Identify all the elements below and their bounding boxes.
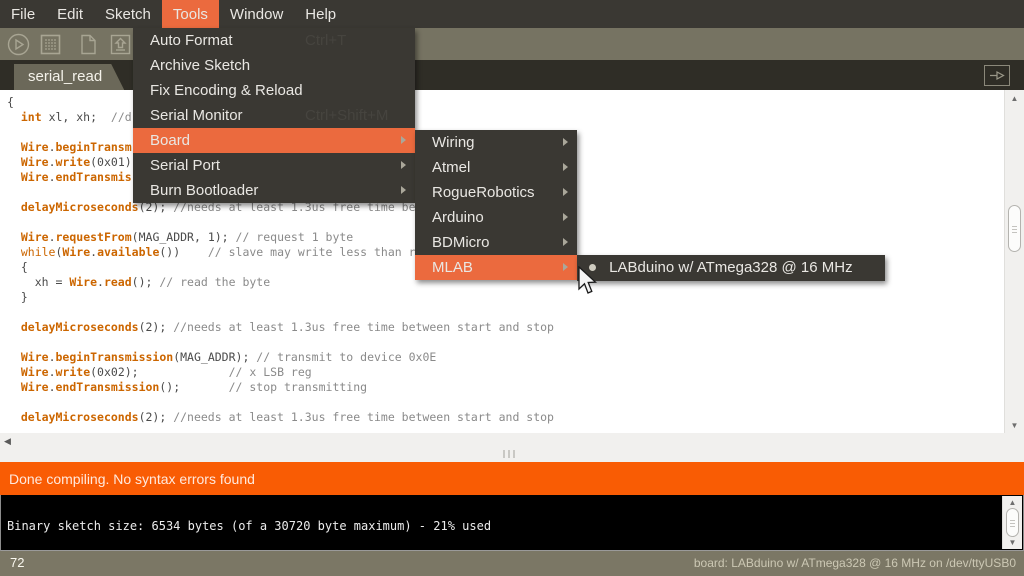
submenu-arrow-icon (563, 213, 568, 221)
scroll-down-icon[interactable]: ▼ (1005, 421, 1024, 430)
editor-scrollbar-thumb[interactable] (1008, 205, 1021, 252)
status-message: Done compiling. No syntax errors found (9, 471, 255, 487)
scroll-up-icon[interactable]: ▲ (1003, 498, 1022, 507)
verify-icon[interactable] (6, 32, 31, 57)
editor-horizontal-scrollbar[interactable]: ◀ (0, 433, 1024, 462)
code-line: delayMicroseconds(2); //needs at least 1… (7, 320, 554, 335)
code-line: Wire.write(0x02); // x LSB reg (7, 365, 554, 380)
submenu-arrow-icon (563, 188, 568, 196)
menu-item-mlab[interactable]: MLAB (415, 255, 577, 280)
menu-item-serial-monitor[interactable]: Serial Monitor Ctrl+Shift+M (133, 103, 415, 128)
scroll-left-icon[interactable]: ◀ (4, 436, 11, 447)
menu-item-atmel[interactable]: Atmel (415, 155, 577, 180)
code-line (7, 335, 554, 350)
menu-item-board[interactable]: Board (133, 128, 415, 153)
code-line: } (7, 290, 554, 305)
code-line (7, 395, 554, 410)
menu-edit[interactable]: Edit (46, 0, 94, 28)
console-text: Binary sketch size: 6534 bytes (of a 307… (7, 519, 491, 533)
menu-item-roguerobotics[interactable]: RogueRobotics (415, 180, 577, 205)
shortcut-label: Ctrl+T (305, 28, 346, 53)
console-scrollbar[interactable]: ▲ ▼ (1002, 496, 1022, 549)
board-port-indicator: board: LABduino w/ ATmega328 @ 16 MHz on… (694, 556, 1016, 570)
menu-item-serial-port[interactable]: Serial Port (133, 153, 415, 178)
menu-help[interactable]: Help (294, 0, 347, 28)
console-output: Binary sketch size: 6534 bytes (of a 307… (0, 495, 1024, 551)
menu-bar: File Edit Sketch Tools Window Help (0, 0, 1024, 28)
menu-item-auto-format[interactable]: Auto Format Ctrl+T (133, 28, 415, 53)
menu-item-archive-sketch[interactable]: Archive Sketch (133, 53, 415, 78)
scroll-down-icon[interactable]: ▼ (1003, 538, 1022, 547)
shortcut-label: Ctrl+Shift+M (305, 103, 388, 128)
editor-vertical-scrollbar[interactable]: ▲ ▼ (1004, 90, 1024, 433)
new-sketch-icon[interactable] (76, 32, 101, 57)
submenu-arrow-icon (401, 136, 406, 144)
mouse-cursor-icon (577, 266, 597, 301)
footer-status-bar: 72 board: LABduino w/ ATmega328 @ 16 MHz… (0, 551, 1024, 576)
menu-sketch[interactable]: Sketch (94, 0, 162, 28)
tab-menu-button[interactable] (984, 65, 1010, 86)
submenu-arrow-icon (563, 263, 568, 271)
submenu-arrow-icon (401, 161, 406, 169)
compile-status-bar: Done compiling. No syntax errors found (0, 462, 1024, 495)
tab-serial-read[interactable]: serial_read (14, 64, 124, 90)
menu-item-labduino[interactable]: LABduino w/ ATmega328 @ 16 MHz (577, 255, 885, 281)
splitter-grip-icon[interactable] (503, 450, 515, 458)
open-icon[interactable] (108, 32, 133, 57)
tools-menu: Auto Format Ctrl+T Archive Sketch Fix En… (133, 28, 415, 203)
arrow-right-icon (988, 68, 1006, 83)
scroll-up-icon[interactable]: ▲ (1005, 94, 1024, 103)
menu-item-bdmicro[interactable]: BDMicro (415, 230, 577, 255)
mlab-submenu: LABduino w/ ATmega328 @ 16 MHz (577, 255, 885, 281)
menu-item-arduino[interactable]: Arduino (415, 205, 577, 230)
menu-window[interactable]: Window (219, 0, 294, 28)
console-scrollbar-thumb[interactable] (1006, 508, 1019, 537)
code-line: Wire.endTransmission(); // stop transmit… (7, 380, 554, 395)
code-line (7, 305, 554, 320)
board-submenu: Wiring Atmel RogueRobotics Arduino BDMic… (415, 130, 577, 280)
menu-item-burn-bootloader[interactable]: Burn Bootloader (133, 178, 415, 203)
arduino-ide-window: { int xl, xh; //d Wire.beginTransm Wire.… (0, 0, 1024, 576)
submenu-arrow-icon (563, 238, 568, 246)
code-line: Wire.beginTransmission(MAG_ADDR); // tra… (7, 350, 554, 365)
submenu-arrow-icon (563, 138, 568, 146)
submenu-arrow-icon (563, 163, 568, 171)
stop-icon[interactable] (38, 32, 63, 57)
submenu-arrow-icon (401, 186, 406, 194)
menu-file[interactable]: File (0, 0, 46, 28)
line-number-indicator: 72 (10, 555, 24, 570)
menu-item-wiring[interactable]: Wiring (415, 130, 577, 155)
menu-tools[interactable]: Tools (162, 0, 219, 28)
menu-item-fix-encoding[interactable]: Fix Encoding & Reload (133, 78, 415, 103)
code-line: delayMicroseconds(2); //needs at least 1… (7, 410, 554, 425)
